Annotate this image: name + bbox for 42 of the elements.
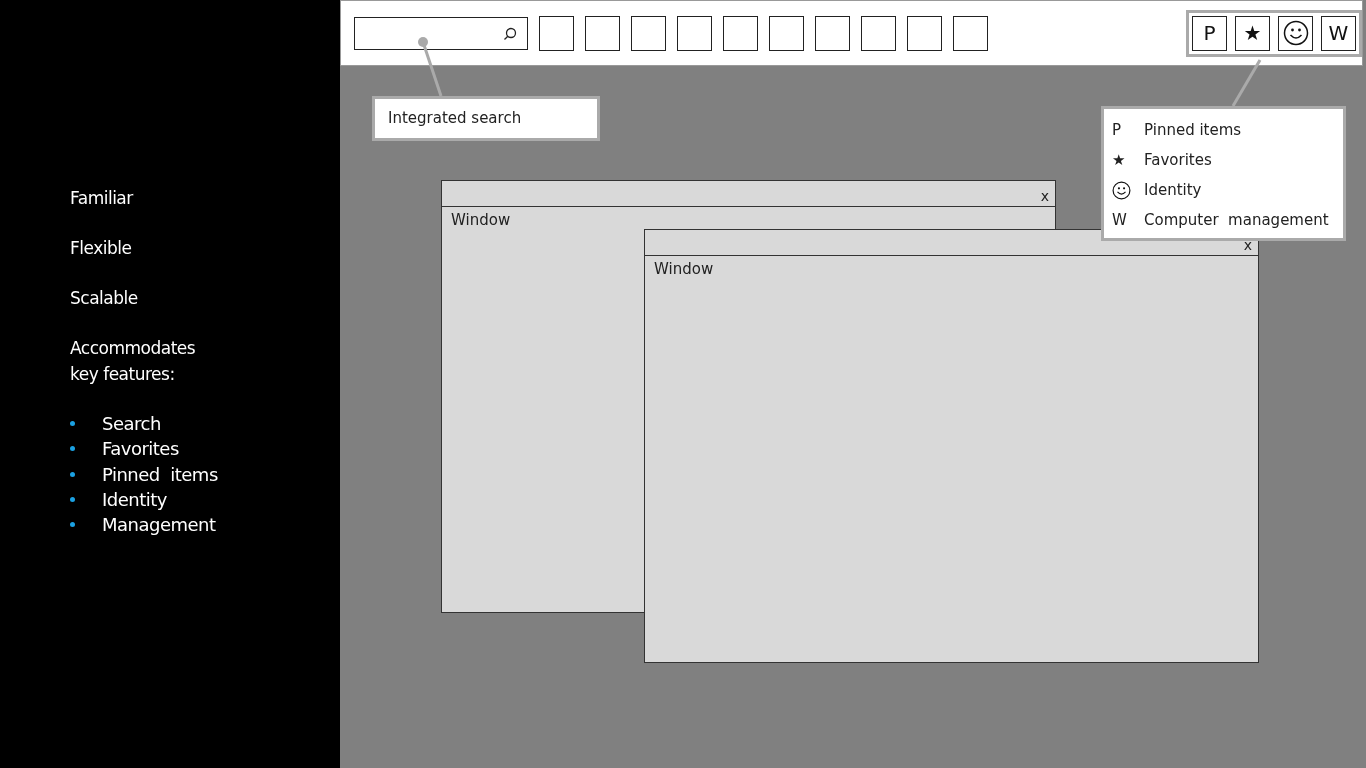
feature-text: Accommodates key features: <box>70 337 197 386</box>
taskbar-slot[interactable] <box>539 15 574 51</box>
close-button[interactable]: x <box>1034 188 1055 206</box>
search-callout: Integrated search <box>372 96 600 141</box>
bullet-icon <box>70 421 75 427</box>
quick-button[interactable]: W <box>1321 15 1356 51</box>
search-field[interactable] <box>354 16 528 50</box>
taskbar-slot[interactable] <box>723 15 758 51</box>
menu-item[interactable]: P Pinned items <box>1112 115 1343 145</box>
smiley-icon <box>1282 20 1309 46</box>
taskbar-slot[interactable] <box>631 15 666 51</box>
taskbar-slot[interactable] <box>815 15 850 51</box>
window-title: Window <box>653 259 715 280</box>
window-title: Window <box>450 210 512 231</box>
taskbar-slot[interactable] <box>861 15 896 51</box>
leader-line <box>418 37 443 97</box>
bullet-text: Identity <box>102 489 167 511</box>
smiley-icon <box>1112 180 1131 200</box>
quick-button[interactable]: ★ <box>1235 15 1270 51</box>
taskbar-slot[interactable] <box>907 15 942 51</box>
taskbar-slot[interactable] <box>677 15 712 51</box>
bullet-icon <box>70 522 75 528</box>
taskbar-slot[interactable] <box>769 15 804 51</box>
bullet-text: Search <box>102 413 161 435</box>
feature-text: Scalable <box>70 287 139 310</box>
menu-item[interactable]: ★ Favorites <box>1112 145 1343 175</box>
taskbar-slot[interactable] <box>585 15 620 51</box>
feature-text: Flexible <box>70 237 133 260</box>
bullet-text: Management <box>102 514 216 536</box>
quick-button[interactable]: P <box>1192 15 1227 51</box>
bullet-icon <box>70 446 75 452</box>
bullet-icon <box>70 497 75 503</box>
quick-button[interactable] <box>1278 15 1313 51</box>
menu-item[interactable]: W Computer management <box>1112 205 1343 235</box>
taskbar-slot[interactable] <box>953 15 988 51</box>
menu-item[interactable]: Identity <box>1112 175 1343 205</box>
close-button[interactable]: x <box>1237 237 1258 255</box>
search-icon <box>503 26 517 41</box>
feature-text: Familiar <box>70 187 135 210</box>
bullet-text: Pinned items <box>102 463 218 485</box>
bullet-icon <box>70 471 75 477</box>
bullet-text: Favorites <box>102 438 179 460</box>
